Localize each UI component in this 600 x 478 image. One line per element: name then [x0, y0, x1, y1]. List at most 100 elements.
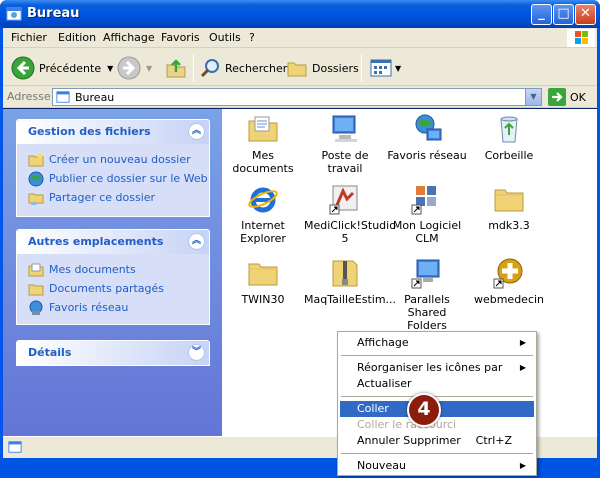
- search-icon: [200, 59, 219, 78]
- back-label: Précédente: [39, 61, 102, 75]
- place-network-places[interactable]: Favoris réseau: [28, 298, 209, 317]
- folders-button[interactable]: Dossiers: [286, 56, 359, 80]
- ctx-new[interactable]: Nouveau ▶: [340, 458, 534, 474]
- submenu-arrow-icon: ▶: [519, 338, 526, 347]
- item-recycle-bin[interactable]: Corbeille: [468, 113, 550, 162]
- toolbar-separator: [361, 54, 362, 82]
- place-label: Favoris réseau: [49, 301, 129, 314]
- item-internet-explorer[interactable]: Internet Explorer: [222, 183, 304, 245]
- address-field[interactable]: Bureau ▼: [52, 88, 542, 106]
- views-icon: [370, 59, 392, 77]
- title-bar[interactable]: Bureau _ □ ✕: [0, 0, 600, 28]
- recycle-bin-icon: [500, 116, 518, 143]
- folder-window-icon: [6, 7, 22, 21]
- forward-arrow-icon: [117, 56, 141, 80]
- folders-label: Dossiers: [312, 61, 359, 75]
- expand-icon[interactable]: ︾: [188, 344, 205, 361]
- go-button[interactable]: OK: [548, 88, 586, 106]
- task-publish-web[interactable]: Publier ce dossier sur le Web: [28, 169, 209, 188]
- details-header[interactable]: Détails ︾: [17, 341, 209, 365]
- other-places-title: Autres emplacements: [28, 235, 164, 248]
- item-label: Internet: [241, 219, 285, 232]
- menu-outils[interactable]: Outils: [209, 31, 241, 44]
- search-button[interactable]: Rechercher: [199, 56, 287, 80]
- place-shared-documents[interactable]: Documents partagés: [28, 279, 209, 298]
- task-new-folder[interactable]: Créer un nouveau dossier: [28, 150, 209, 169]
- minimize-button[interactable]: _: [531, 4, 552, 25]
- item-twin30[interactable]: TWIN30: [222, 257, 304, 306]
- address-dropdown-button[interactable]: ▼: [525, 89, 541, 105]
- views-dropdown-icon[interactable]: ▼: [395, 64, 401, 73]
- folder-icon: [494, 189, 524, 212]
- item-my-documents[interactable]: Mes documents: [222, 113, 304, 175]
- menu-affichage[interactable]: Affichage: [103, 31, 155, 44]
- my-computer-icon: [332, 115, 357, 142]
- ctx-label: Actualiser: [357, 377, 412, 390]
- webmedecin-icon: [493, 258, 523, 289]
- item-webmedecin[interactable]: webmedecin: [468, 257, 550, 306]
- item-mediclick-studio[interactable]: MediClick!Studio 5: [304, 183, 396, 245]
- ctx-separator: [341, 453, 533, 454]
- folders-icon: [287, 62, 307, 77]
- windows-logo-icon: [567, 29, 595, 47]
- collapse-icon[interactable]: ︽: [188, 123, 205, 140]
- views-button[interactable]: ▼: [369, 56, 401, 80]
- file-tasks-header[interactable]: Gestion des fichiers ︽: [17, 120, 209, 144]
- item-label: Mon Logiciel CLM: [392, 219, 462, 245]
- task-label: Créer un nouveau dossier: [49, 153, 191, 166]
- item-maqtailleestim[interactable]: MaqTailleEstim...: [304, 257, 396, 306]
- file-tasks-panel: Gestion des fichiers ︽ Créer un nouveau …: [16, 119, 210, 217]
- menu-edition[interactable]: Edition: [58, 31, 96, 44]
- window-title: Bureau: [27, 6, 80, 21]
- menu-fichier[interactable]: Fichier: [11, 31, 47, 44]
- up-folder-button[interactable]: [165, 56, 187, 80]
- item-label: Favoris réseau: [387, 149, 467, 162]
- item-mon-logiciel-clm[interactable]: Mon Logiciel CLM: [386, 183, 468, 245]
- item-network-places[interactable]: Favoris réseau: [386, 113, 468, 162]
- close-button[interactable]: ✕: [575, 4, 596, 25]
- task-share-folder[interactable]: Partager ce dossier: [28, 188, 209, 207]
- go-label: OK: [570, 90, 586, 104]
- ctx-separator: [341, 396, 533, 397]
- toolbar: Précédente ▼ ▼ Rechercher Dossiers ▼: [3, 48, 597, 86]
- back-button[interactable]: Précédente ▼: [11, 56, 113, 80]
- ctx-undo-delete[interactable]: Annuler Supprimer Ctrl+Z: [340, 433, 534, 449]
- task-label: Partager ce dossier: [49, 191, 156, 204]
- up-folder-icon: [166, 59, 186, 78]
- other-places-header[interactable]: Autres emplacements ︽: [17, 230, 209, 254]
- item-label: Mes documents: [232, 149, 294, 175]
- menu-help[interactable]: ?: [249, 31, 255, 44]
- zip-folder-icon: [332, 260, 358, 287]
- back-dropdown-icon[interactable]: ▼: [107, 64, 113, 73]
- maximize-button[interactable]: □: [553, 4, 574, 25]
- address-value: Bureau: [75, 91, 115, 104]
- item-label: 5: [341, 232, 349, 245]
- forward-button[interactable]: ▼: [117, 56, 152, 80]
- network-places-icon: [415, 114, 442, 141]
- ctx-label: Réorganiser les icônes par: [357, 361, 503, 374]
- address-bar: Adresse Bureau ▼ OK: [3, 86, 597, 108]
- other-places-panel: Autres emplacements ︽ Mes documents Docu…: [16, 229, 210, 325]
- item-my-computer[interactable]: Poste de travail: [304, 113, 386, 175]
- globe-icon: [28, 171, 44, 186]
- place-my-documents[interactable]: Mes documents: [28, 260, 209, 279]
- item-parallels-shared-folders[interactable]: Parallels Shared Folders: [386, 257, 468, 332]
- menu-favoris[interactable]: Favoris: [161, 31, 200, 44]
- place-label: Documents partagés: [49, 282, 164, 295]
- item-label: TWIN30: [241, 293, 285, 306]
- item-label: Corbeille: [484, 149, 534, 162]
- item-label: Poste de travail: [321, 149, 369, 175]
- ctx-refresh[interactable]: Actualiser: [340, 376, 534, 392]
- forward-dropdown-icon[interactable]: ▼: [146, 64, 152, 73]
- ctx-view[interactable]: Affichage ▶: [340, 335, 534, 351]
- my-documents-icon: [28, 263, 44, 276]
- collapse-icon[interactable]: ︽: [188, 233, 205, 250]
- item-label: MediClick!Studio: [304, 219, 396, 232]
- item-mdk33[interactable]: mdk3.3: [468, 183, 550, 232]
- ctx-label: Coller le raccourci: [357, 418, 457, 431]
- item-label: Explorer: [240, 232, 286, 245]
- ctx-arrange-icons[interactable]: Réorganiser les icônes par ▶: [340, 360, 534, 376]
- network-places-icon: [29, 300, 43, 315]
- network-drive-icon: [411, 259, 440, 289]
- mediclick-studio-icon: [329, 185, 358, 215]
